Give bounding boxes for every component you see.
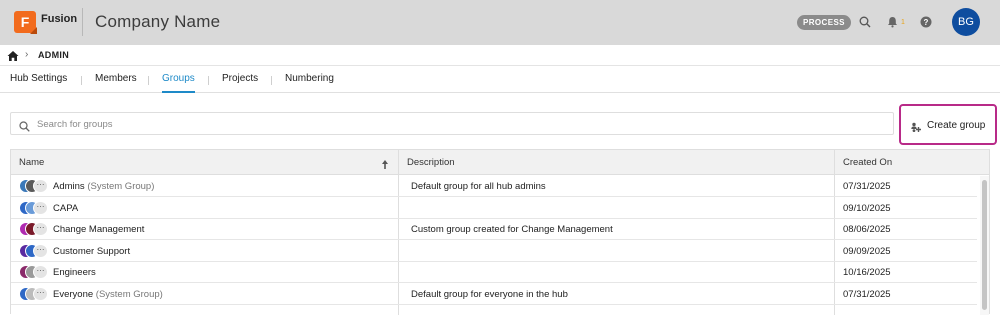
table-row[interactable]: ··· Everyone (System Group) Default group …: [11, 284, 977, 305]
company-name: Company Name: [95, 12, 221, 31]
group-avatar-icon: ···: [19, 179, 49, 195]
table-row[interactable]: ··· Customer Support 09/09/2025: [11, 241, 977, 262]
header-divider: [82, 8, 83, 36]
search-box[interactable]: [10, 112, 894, 135]
more-members-icon: ···: [33, 286, 48, 301]
tab-groups[interactable]: Groups: [162, 73, 195, 84]
group-created-on: 10/16/2025: [843, 267, 891, 278]
svg-text:?: ?: [924, 18, 929, 27]
group-description: Default group for everyone in the hub: [411, 288, 568, 300]
group-name-text: Change Management: [53, 224, 145, 235]
tab-hub-settings[interactable]: Hub Settings: [10, 73, 67, 84]
group-avatar-icon: ···: [19, 286, 49, 303]
admin-tabs: Hub Settings Members Groups Projects Num…: [0, 67, 1000, 93]
group-name[interactable]: CAPA: [53, 203, 78, 214]
fusion-logo[interactable]: F: [14, 11, 36, 33]
tab-separator: [81, 76, 82, 85]
user-avatar[interactable]: BG: [952, 8, 980, 36]
create-group-label: Create group: [927, 120, 986, 131]
group-name[interactable]: Engineers: [53, 267, 96, 278]
group-name-text: Everyone: [53, 288, 94, 300]
help-icon[interactable]: ?: [918, 14, 934, 30]
group-name[interactable]: Change Management: [53, 224, 144, 235]
tab-numbering[interactable]: Numbering: [285, 73, 334, 84]
group-created-on: 09/10/2025: [843, 202, 891, 214]
group-name-text: Customer Support: [53, 245, 131, 257]
groups-table: Name Description Created On ··· Admins (S…: [10, 149, 990, 315]
sort-ascending-icon[interactable]: [381, 157, 389, 169]
group-name-text: CAPA: [53, 202, 79, 214]
group-name[interactable]: Customer Support: [53, 246, 130, 257]
group-created-on: 07/31/2025: [843, 288, 891, 300]
more-members-icon: ···: [33, 179, 48, 193]
logo-letter: F: [20, 14, 30, 30]
search-icon[interactable]: [857, 14, 873, 30]
more-members-icon: ···: [33, 222, 48, 236]
tab-separator: [148, 76, 149, 85]
tab-members[interactable]: Members: [95, 73, 137, 84]
table-header: Name Description Created On: [11, 150, 989, 175]
group-avatar-icon: ···: [19, 222, 49, 238]
tab-separator: [271, 76, 272, 85]
process-badge[interactable]: PROCESS: [797, 15, 851, 30]
home-icon[interactable]: [7, 49, 19, 61]
top-header: F Fusion Company Name PROCESS 1 ? BG: [0, 0, 1000, 45]
table-row[interactable]: ··· Engineers 10/16/2025: [11, 262, 977, 283]
search-icon: [19, 119, 30, 132]
column-header-description[interactable]: Description: [407, 157, 455, 168]
group-avatar-icon: ···: [19, 265, 49, 281]
table-row[interactable]: ··· Change Management Custom group create…: [11, 219, 977, 240]
add-group-icon: [911, 120, 922, 132]
search-input[interactable]: [37, 116, 877, 132]
tab-projects[interactable]: Projects: [222, 73, 258, 84]
group-description: Custom group created for Change Manageme…: [411, 224, 613, 235]
breadcrumb-separator: ›: [25, 49, 29, 60]
active-tab-indicator: [162, 91, 195, 93]
breadcrumb: › ADMIN: [0, 45, 1000, 66]
system-group-tag: (System Group): [95, 288, 163, 300]
column-header-name[interactable]: Name: [19, 157, 44, 168]
group-name-text: Engineers: [53, 267, 96, 278]
table-row[interactable]: ··· CAPA 09/10/2025: [11, 198, 977, 219]
group-name-text: Admins: [53, 181, 85, 192]
more-members-icon: ···: [33, 200, 48, 215]
column-header-created-on[interactable]: Created On: [843, 157, 892, 168]
more-members-icon: ···: [33, 265, 48, 279]
breadcrumb-admin[interactable]: ADMIN: [38, 50, 69, 60]
system-group-tag: (System Group): [87, 181, 155, 192]
more-members-icon: ···: [33, 243, 48, 258]
group-avatar-icon: ···: [19, 200, 49, 217]
group-created-on: 08/06/2025: [843, 224, 891, 235]
group-name[interactable]: Admins (System Group): [53, 181, 154, 192]
group-created-on: 07/31/2025: [843, 181, 891, 192]
notification-count: 1: [901, 19, 905, 26]
bell-icon[interactable]: [884, 14, 900, 30]
group-avatar-icon: ···: [19, 243, 49, 260]
app-name: Fusion: [41, 13, 78, 25]
group-description: Default group for all hub admins: [411, 181, 546, 192]
group-name[interactable]: Everyone (System Group): [53, 289, 163, 300]
table-row[interactable]: ··· Admins (System Group) Default group fo…: [11, 176, 977, 197]
create-group-button[interactable]: Create group: [899, 104, 997, 145]
scrollbar-thumb[interactable]: [982, 180, 987, 310]
tab-separator: [208, 76, 209, 85]
group-created-on: 09/09/2025: [843, 245, 891, 257]
